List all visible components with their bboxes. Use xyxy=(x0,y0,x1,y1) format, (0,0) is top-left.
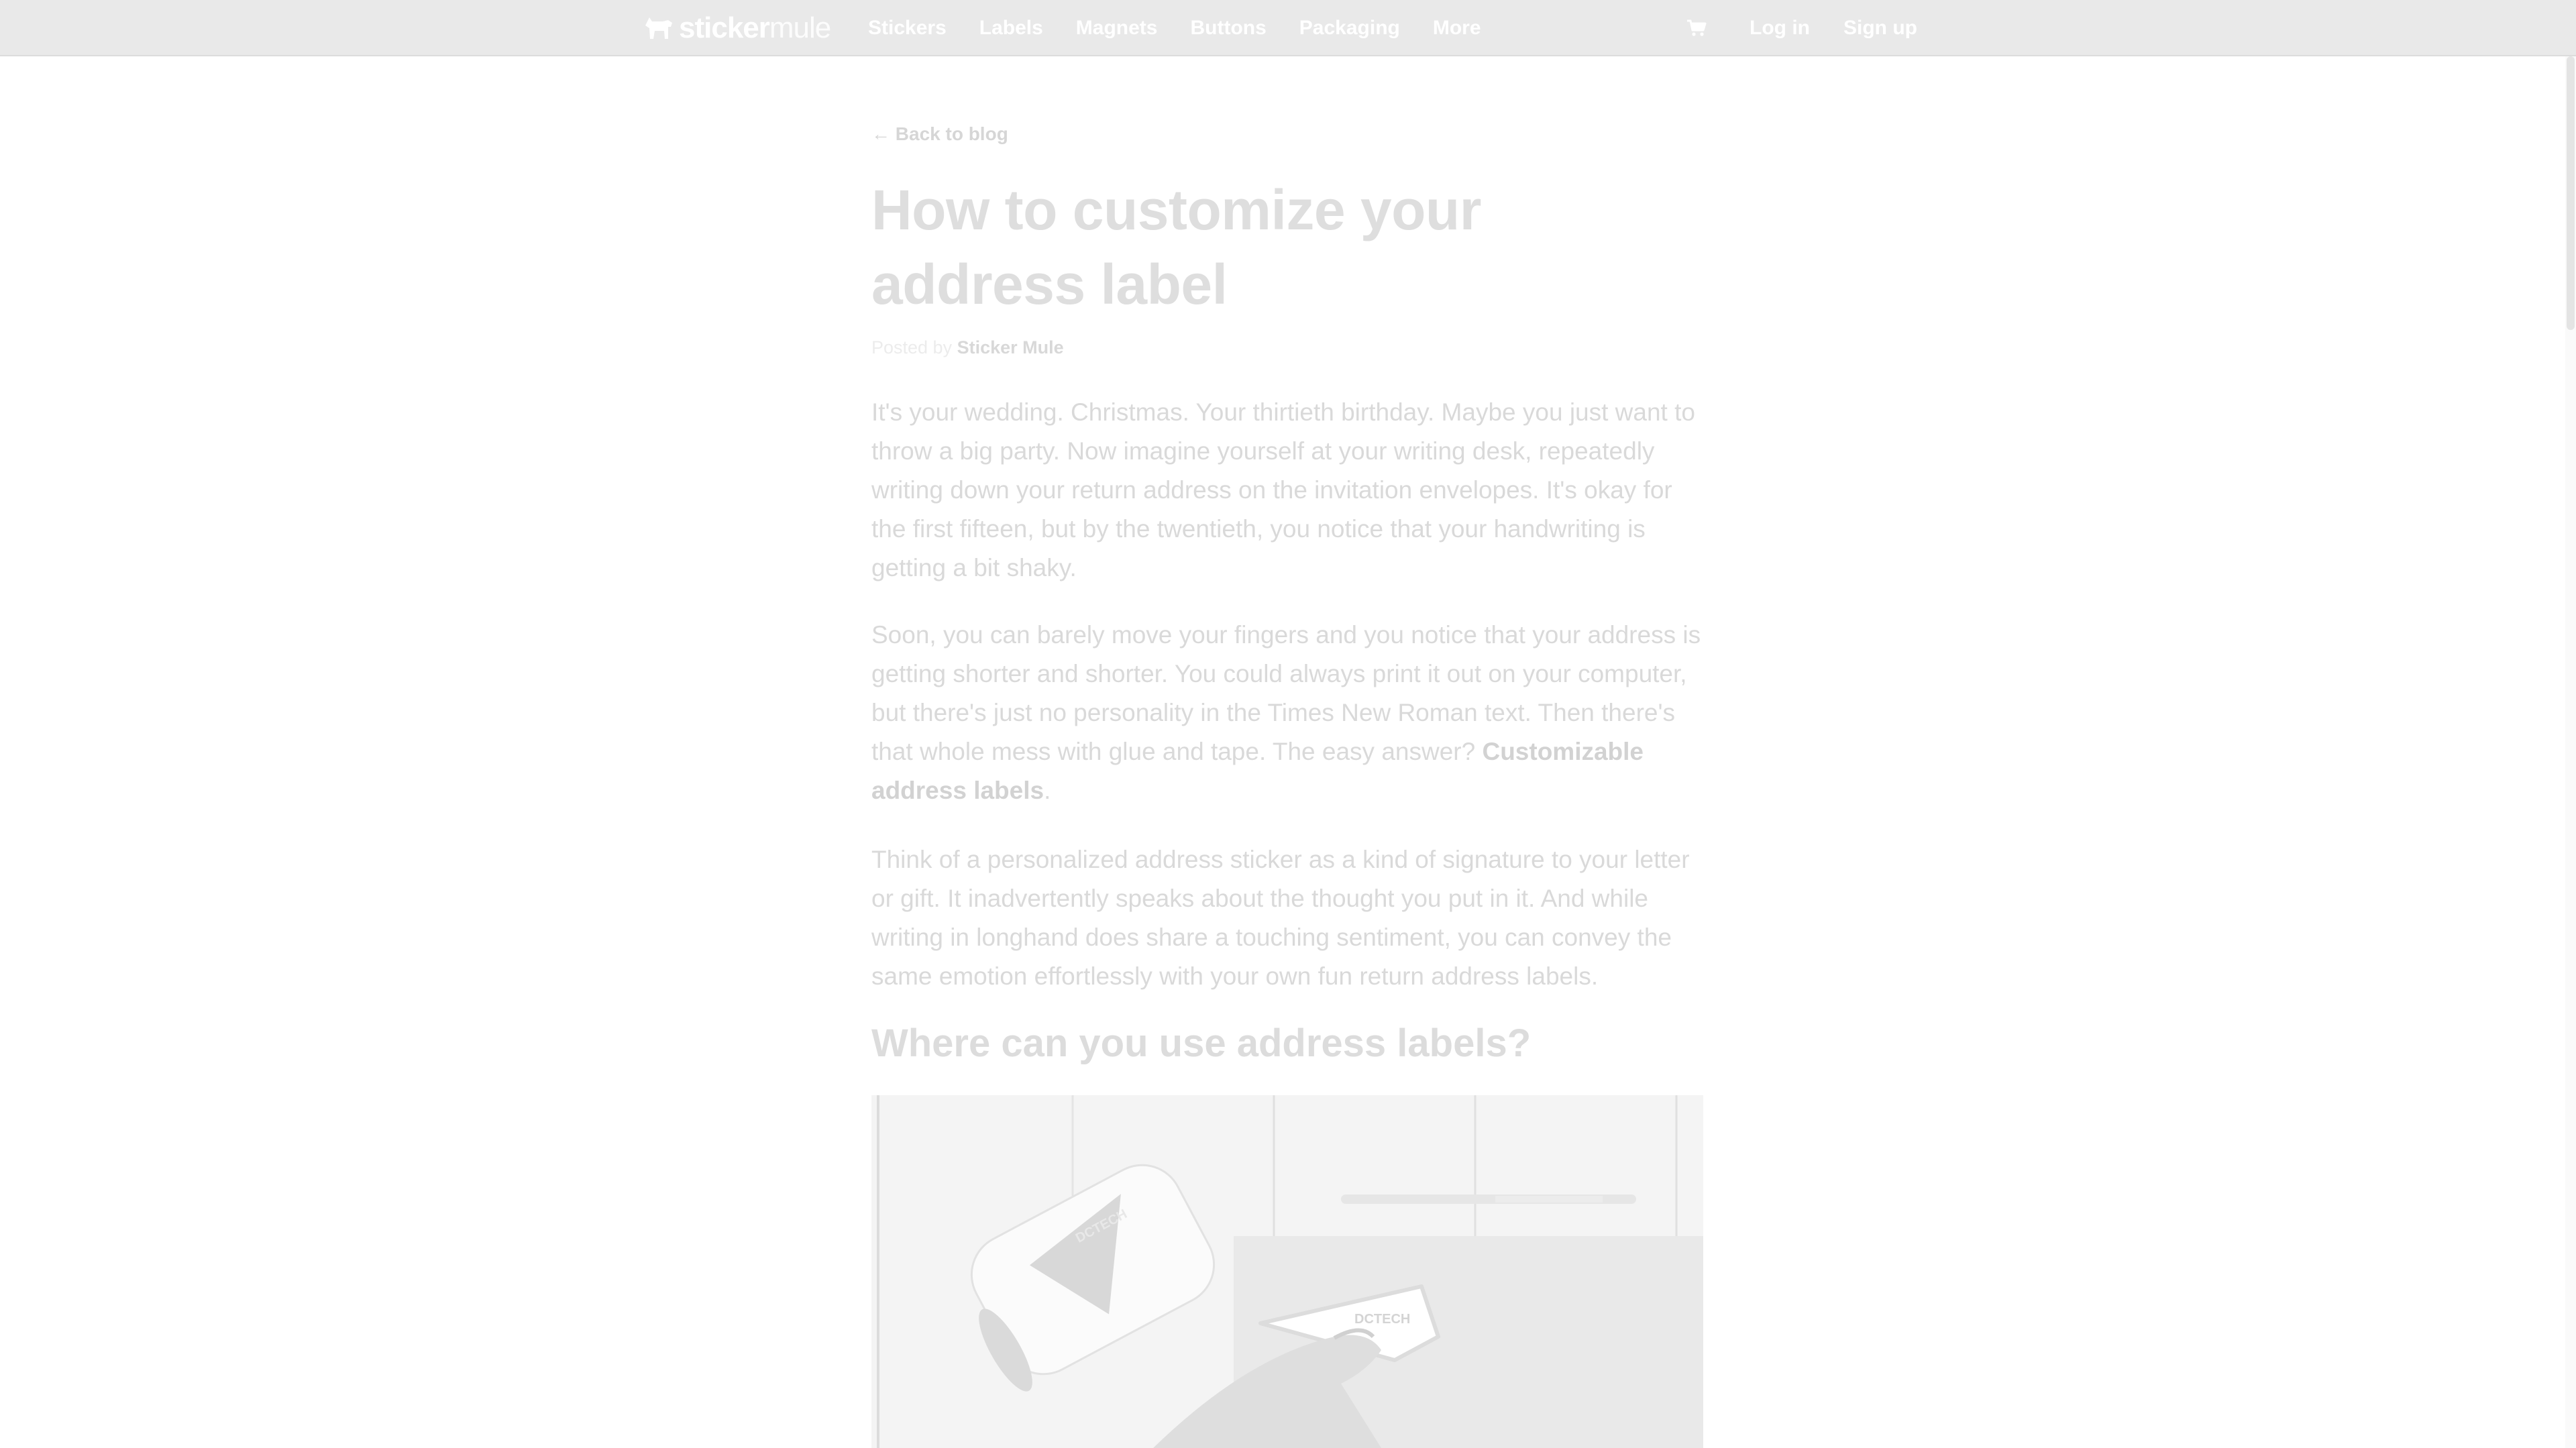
scrollbar-thumb[interactable] xyxy=(2567,56,2575,330)
back-to-blog-link[interactable]: ← Back to blog xyxy=(871,123,1008,145)
photo-illustration: DCTECH DCTECH xyxy=(871,1095,1703,1448)
meta-prefix: Posted by xyxy=(871,337,953,357)
mule-logo-icon xyxy=(645,17,672,39)
signup-link[interactable]: Sign up xyxy=(1843,17,1917,40)
article-title: How to customize your address label xyxy=(871,178,1481,316)
account-menu: Log in Sign up xyxy=(1686,0,1917,56)
cart-icon[interactable] xyxy=(1686,19,1707,38)
top-nav: stickermule Stickers Labels Magnets Butt… xyxy=(0,0,2576,56)
logo-wordmark: stickermule xyxy=(679,11,831,44)
nav-item-magnets[interactable]: Magnets xyxy=(1076,17,1158,40)
nav-item-more[interactable]: More xyxy=(1433,17,1481,40)
section-heading: Where can you use address labels? xyxy=(871,1021,1532,1065)
login-link[interactable]: Log in xyxy=(1750,17,1810,40)
main-menu: Stickers Labels Magnets Buttons Packagin… xyxy=(868,0,1514,56)
nav-item-packaging[interactable]: Packaging xyxy=(1299,17,1400,40)
svg-text:DCTECH: DCTECH xyxy=(1354,1312,1410,1327)
article-meta: Posted by Sticker Mule xyxy=(871,337,1064,358)
paragraph-2: Soon, you can barely move your fingers a… xyxy=(871,616,1703,810)
address-label-photo: DCTECH DCTECH xyxy=(871,1095,1703,1448)
sticker-mule-logo[interactable]: stickermule xyxy=(643,9,831,47)
paragraph-2-end: . xyxy=(1044,777,1051,804)
nav-item-labels[interactable]: Labels xyxy=(979,17,1043,40)
page: stickermule Stickers Labels Magnets Butt… xyxy=(0,0,2576,1448)
paragraph-1: It's your wedding. Christmas. Your thirt… xyxy=(871,398,1695,581)
nav-item-buttons[interactable]: Buttons xyxy=(1190,17,1266,40)
paragraph-3: Think of a personalized address sticker … xyxy=(871,846,1690,990)
vertical-scrollbar[interactable] xyxy=(2565,56,2576,1448)
author-link[interactable]: Sticker Mule xyxy=(957,337,1064,357)
nav-item-stickers[interactable]: Stickers xyxy=(868,17,947,40)
